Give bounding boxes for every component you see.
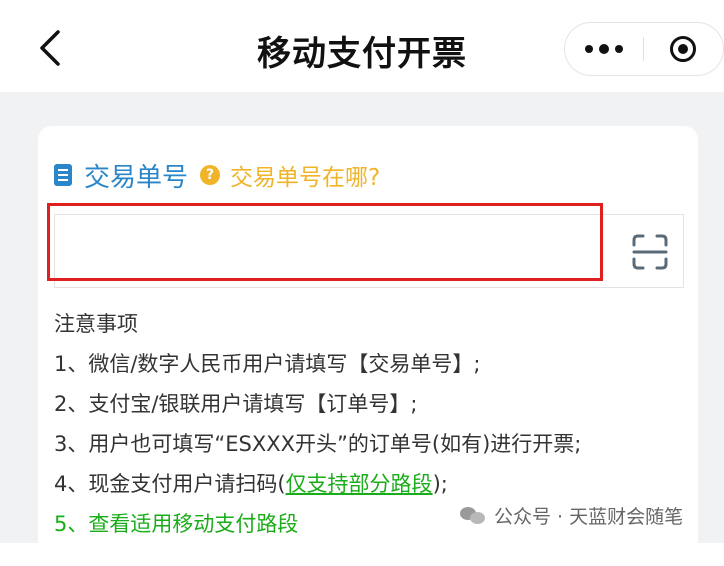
more-dot-icon (599, 44, 609, 54)
note-item: 3、用户也可填写“ESXXX开头”的订单号(如有)进行开票; (54, 432, 582, 456)
note-item: 1、微信/数字人民币用户请填写【交易单号】; (54, 352, 481, 376)
note-item-cash-prefix: 4、现金支付用户请扫码( (54, 472, 286, 496)
watermark-text: 公众号 · 天蓝财会随笔 (494, 505, 684, 528)
more-button[interactable] (565, 23, 643, 75)
main-content: 交易单号 ? 交易单号在哪? 注意事项 1、微信/数字人民币用户请填写【交易单号… (0, 92, 724, 566)
transaction-number-field (47, 203, 684, 288)
more-dot-icon (615, 45, 623, 53)
partial-sections-link[interactable]: 仅支持部分路段 (286, 472, 433, 496)
close-mini-program-button[interactable] (644, 23, 722, 75)
mini-program-capsule (564, 22, 724, 76)
scan-icon (632, 234, 668, 270)
wechat-icon (460, 505, 486, 525)
transaction-number-input[interactable] (65, 225, 589, 279)
field-label-row: 交易单号 ? 交易单号在哪? (54, 158, 380, 193)
target-icon (670, 36, 696, 62)
note-item: 2、支付宝/银联用户请填写【订单号】; (54, 392, 418, 416)
help-link[interactable]: 交易单号在哪? (230, 158, 380, 192)
navigation-bar: 移动支付开票 (0, 0, 724, 92)
scan-button[interactable] (631, 233, 669, 271)
more-dot-icon (585, 45, 593, 53)
help-icon[interactable]: ? (200, 165, 221, 185)
note-item-cash: 4、现金支付用户请扫码(仅支持部分路段); (54, 464, 694, 504)
watermark: 公众号 · 天蓝财会随笔 (460, 500, 683, 530)
notes-heading: 注意事项 (54, 312, 138, 336)
document-icon (54, 164, 72, 186)
note-item-cash-suffix: ); (432, 472, 448, 496)
field-label: 交易单号 (84, 162, 189, 193)
